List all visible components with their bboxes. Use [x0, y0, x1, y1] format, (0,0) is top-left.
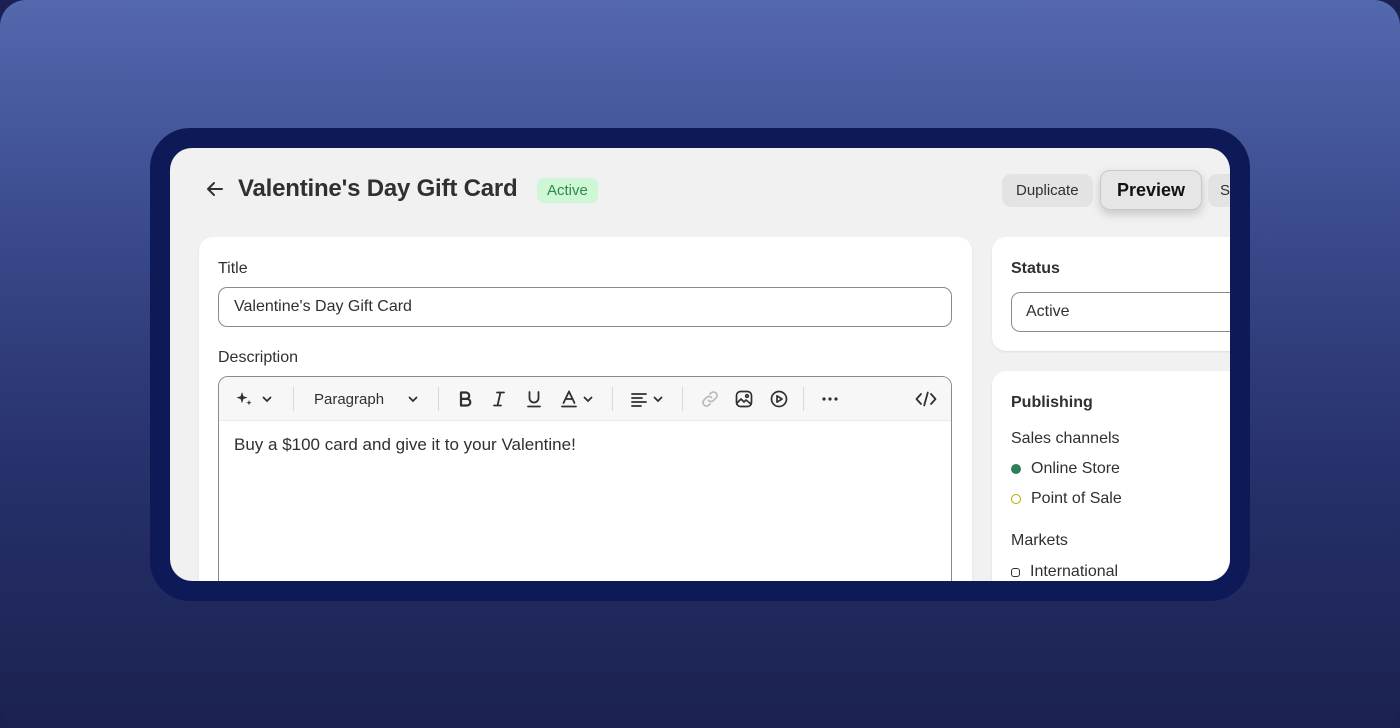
video-icon[interactable] — [769, 388, 789, 410]
publishing-card: Publishing Sales channels Online Store P… — [992, 371, 1230, 581]
magic-icon[interactable] — [234, 388, 254, 410]
duplicate-button[interactable]: Duplicate — [1002, 174, 1093, 207]
title-input[interactable]: Valentine's Day Gift Card — [218, 287, 952, 327]
sales-channels-label: Sales channels — [1011, 430, 1120, 447]
toolbar-divider — [803, 387, 804, 411]
status-select[interactable]: Active — [1011, 292, 1230, 332]
markets-label: Markets — [1011, 532, 1068, 549]
toolbar-divider — [293, 387, 294, 411]
publishing-heading: Publishing — [1011, 394, 1093, 411]
toolbar-divider — [438, 387, 439, 411]
description-text[interactable]: Buy a $100 card and give it to your Vale… — [234, 435, 576, 455]
align-icon[interactable] — [629, 388, 649, 410]
back-arrow-icon[interactable] — [204, 178, 226, 200]
preview-button[interactable]: Preview — [1100, 170, 1203, 210]
chevron-down-icon[interactable] — [652, 388, 664, 410]
channel-online-store[interactable]: Online Store — [1011, 460, 1120, 478]
more-actions-button[interactable]: S — [1208, 174, 1230, 207]
italic-icon[interactable] — [489, 388, 509, 410]
underline-icon[interactable] — [524, 388, 544, 410]
bold-icon[interactable] — [455, 388, 475, 410]
product-details-card: Title Valentine's Day Gift Card Descript… — [199, 237, 972, 581]
status-dot-icon — [1011, 567, 1020, 577]
market-label: International — [1030, 563, 1119, 580]
status-dot-icon — [1011, 464, 1021, 474]
app-screen: Valentine's Day Gift Card Active Duplica… — [170, 148, 1230, 581]
description-label: Description — [218, 349, 299, 366]
code-icon[interactable] — [915, 388, 937, 410]
text-color-icon[interactable] — [559, 388, 579, 410]
description-editor[interactable]: Paragraph Buy a $100 card and give it to… — [218, 376, 952, 581]
market-international[interactable]: International — [1011, 563, 1118, 581]
toolbar-divider — [612, 387, 613, 411]
paragraph-style-select[interactable]: Paragraph — [314, 388, 384, 410]
channel-label: Online Store — [1031, 460, 1120, 477]
link-icon[interactable] — [700, 388, 720, 410]
editor-toolbar: Paragraph — [219, 377, 951, 421]
chevron-down-icon[interactable] — [407, 388, 419, 410]
toolbar-divider — [682, 387, 683, 411]
channel-point-of-sale[interactable]: Point of Sale — [1011, 490, 1122, 508]
status-card: Status Active — [992, 237, 1230, 351]
chevron-down-icon[interactable] — [261, 388, 273, 410]
status-badge: Active — [537, 178, 598, 203]
chevron-down-icon[interactable] — [582, 388, 594, 410]
more-icon[interactable] — [820, 388, 840, 410]
status-heading: Status — [1011, 260, 1060, 277]
page-title: Valentine's Day Gift Card — [238, 175, 518, 202]
channel-label: Point of Sale — [1031, 490, 1122, 507]
image-icon[interactable] — [734, 388, 754, 410]
status-dot-icon — [1011, 494, 1021, 504]
title-label: Title — [218, 260, 248, 277]
